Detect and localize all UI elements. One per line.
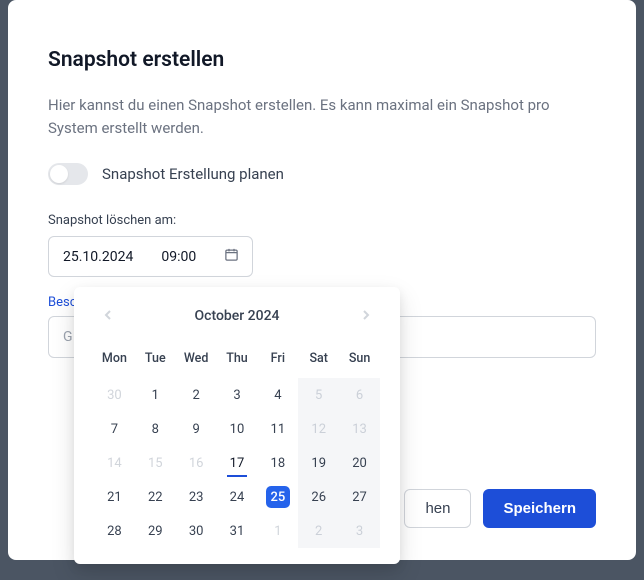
calendar-day[interactable]: 13 bbox=[339, 412, 380, 446]
calendar-day[interactable]: 2 bbox=[176, 378, 217, 412]
calendar-day[interactable]: 3 bbox=[217, 378, 258, 412]
calendar-day[interactable]: 9 bbox=[176, 412, 217, 446]
calendar-day[interactable]: 6 bbox=[339, 378, 380, 412]
next-month-button[interactable] bbox=[356, 305, 376, 327]
save-button[interactable]: Speichern bbox=[483, 489, 596, 528]
modal-title: Snapshot erstellen bbox=[48, 48, 596, 72]
datepicker-header: October 2024 bbox=[94, 305, 380, 327]
weekday-header: Thu bbox=[217, 345, 258, 378]
calendar-day[interactable]: 2 bbox=[298, 514, 339, 548]
schedule-toggle-row: Snapshot Erstellung planen bbox=[48, 163, 596, 185]
calendar-day[interactable]: 24 bbox=[217, 480, 258, 514]
calendar-day[interactable]: 11 bbox=[257, 412, 298, 446]
calendar-day[interactable]: 27 bbox=[339, 480, 380, 514]
calendar-day[interactable]: 30 bbox=[176, 514, 217, 548]
calendar-day[interactable]: 14 bbox=[94, 446, 135, 480]
schedule-toggle[interactable] bbox=[48, 163, 88, 185]
calendar-day[interactable]: 4 bbox=[257, 378, 298, 412]
delete-date-input[interactable]: 25.10.2024 09:00 bbox=[48, 236, 253, 277]
calendar-icon bbox=[224, 247, 239, 266]
calendar-day[interactable]: 15 bbox=[135, 446, 176, 480]
calendar-day[interactable]: 5 bbox=[298, 378, 339, 412]
weekday-header: Tue bbox=[135, 345, 176, 378]
weekday-header: Wed bbox=[176, 345, 217, 378]
calendar-day[interactable]: 26 bbox=[298, 480, 339, 514]
description-value-fragment: G bbox=[63, 329, 73, 345]
calendar-day[interactable]: 12 bbox=[298, 412, 339, 446]
date-value: 25.10.2024 bbox=[63, 249, 133, 265]
cancel-button[interactable]: hen bbox=[404, 489, 471, 528]
calendar-day[interactable]: 7 bbox=[94, 412, 135, 446]
calendar-day[interactable]: 17 bbox=[217, 446, 258, 480]
calendar-day[interactable]: 21 bbox=[94, 480, 135, 514]
calendar-day[interactable]: 10 bbox=[217, 412, 258, 446]
calendar-day[interactable]: 29 bbox=[135, 514, 176, 548]
schedule-toggle-label: Snapshot Erstellung planen bbox=[102, 165, 284, 183]
calendar-day[interactable]: 18 bbox=[257, 446, 298, 480]
calendar-day[interactable]: 31 bbox=[217, 514, 258, 548]
calendar-day[interactable]: 16 bbox=[176, 446, 217, 480]
delete-date-label: Snapshot löschen am: bbox=[48, 213, 596, 228]
calendar-grid: MonTueWedThuFriSatSun3012345678910111213… bbox=[94, 345, 380, 548]
time-value: 09:00 bbox=[161, 249, 196, 265]
weekday-header: Fri bbox=[257, 345, 298, 378]
calendar-day[interactable]: 3 bbox=[339, 514, 380, 548]
calendar-day[interactable]: 22 bbox=[135, 480, 176, 514]
modal-description: Hier kannst du einen Snapshot erstellen.… bbox=[48, 94, 596, 139]
weekday-header: Sun bbox=[339, 345, 380, 378]
weekday-header: Mon bbox=[94, 345, 135, 378]
calendar-day[interactable]: 8 bbox=[135, 412, 176, 446]
calendar-day[interactable]: 1 bbox=[257, 514, 298, 548]
calendar-day[interactable]: 20 bbox=[339, 446, 380, 480]
modal-footer: hen Speichern bbox=[404, 489, 596, 528]
calendar-day[interactable]: 28 bbox=[94, 514, 135, 548]
calendar-day[interactable]: 19 bbox=[298, 446, 339, 480]
calendar-day[interactable]: 25 bbox=[257, 480, 298, 514]
calendar-day[interactable]: 1 bbox=[135, 378, 176, 412]
prev-month-button[interactable] bbox=[98, 305, 118, 327]
weekday-header: Sat bbox=[298, 345, 339, 378]
calendar-day[interactable]: 23 bbox=[176, 480, 217, 514]
toggle-knob bbox=[50, 165, 68, 183]
calendar-day[interactable]: 30 bbox=[94, 378, 135, 412]
month-year-label: October 2024 bbox=[194, 308, 279, 324]
datepicker-popover: October 2024 MonTueWedThuFriSatSun301234… bbox=[74, 287, 400, 564]
